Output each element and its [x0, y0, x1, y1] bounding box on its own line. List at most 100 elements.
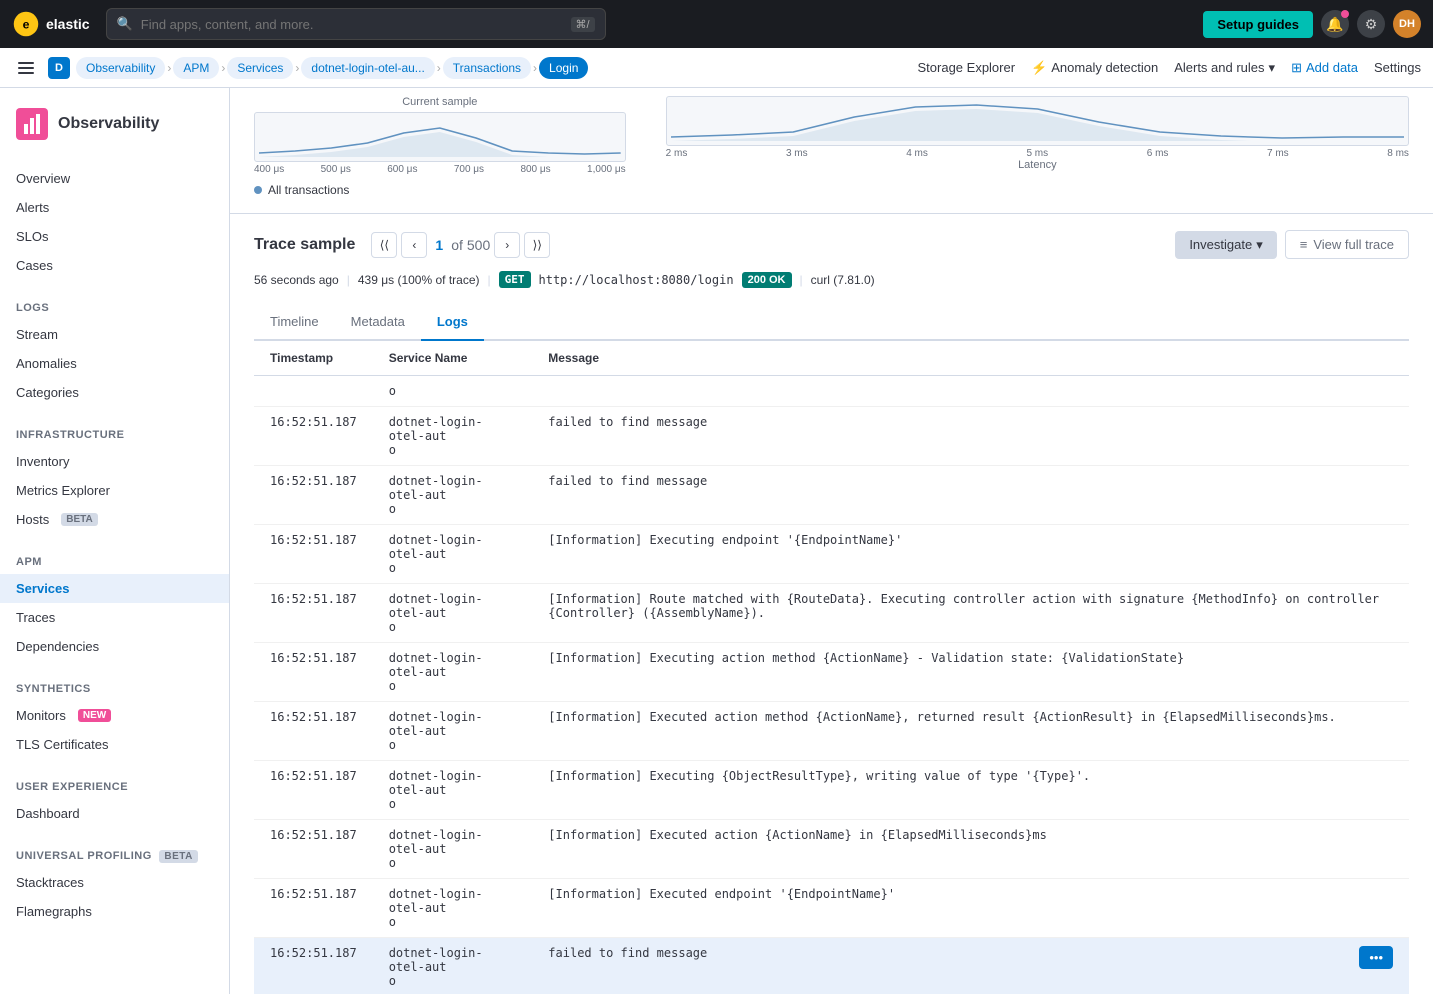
logs-table-body: o 16:52:51.187 dotnet-login-otel-auto fa… [254, 376, 1409, 994]
chart-area: Current sample 400 μs 500 μs 600 μs 700 … [230, 88, 1433, 214]
sidebar-item-dependencies[interactable]: Dependencies [0, 632, 229, 661]
bc-apm[interactable]: APM [173, 57, 219, 79]
row-service: dotnet-login-otel-auto [373, 407, 533, 466]
row-timestamp: 16:52:51.187 [254, 525, 373, 584]
table-row: 16:52:51.187 dotnet-login-otel-auto [Inf… [254, 525, 1409, 584]
http-method-badge: GET [499, 271, 531, 288]
row-message: [Information] Executing action method {A… [532, 643, 1409, 702]
trace-of-label: of [451, 237, 463, 253]
sidebar-item-monitors[interactable]: Monitors NEW [0, 701, 229, 730]
sidebar-infrastructure-section: Infrastructure Inventory Metrics Explore… [0, 415, 229, 542]
trace-title-nav: Trace sample ⟨⟨ ‹ 1 of 500 › ⟩⟩ [254, 232, 550, 258]
notifications-icon[interactable]: 🔔 [1321, 10, 1349, 38]
avatar[interactable]: DH [1393, 10, 1421, 38]
trace-panel: Trace sample ⟨⟨ ‹ 1 of 500 › ⟩⟩ Investig… [230, 214, 1433, 994]
elastic-label: elastic [46, 16, 90, 32]
sidebar-item-traces[interactable]: Traces [0, 603, 229, 632]
sidebar-item-services[interactable]: Services [0, 574, 229, 603]
sidebar-item-anomalies[interactable]: Anomalies [0, 349, 229, 378]
tab-logs[interactable]: Logs [421, 304, 484, 341]
sidebar-item-alerts[interactable]: Alerts [0, 193, 229, 222]
row-message: failed to find message [532, 466, 1409, 525]
row-service: dotnet-login-otel-auto [373, 466, 533, 525]
sidebar-item-metrics-explorer[interactable]: Metrics Explorer [0, 476, 229, 505]
investigate-chevron-icon: ▾ [1256, 237, 1263, 253]
row-service: dotnet-login-otel-auto [373, 643, 533, 702]
bc-services[interactable]: Services [227, 57, 293, 79]
anomaly-detection-button[interactable]: ⚡ Anomaly detection [1031, 60, 1158, 76]
bc-sep-2: › [221, 61, 225, 75]
sidebar-synthetics-section: Synthetics Monitors NEW TLS Certificates [0, 669, 229, 767]
trace-prev-button[interactable]: ‹ [401, 232, 427, 258]
setup-guides-button[interactable]: Setup guides [1203, 11, 1313, 38]
row-timestamp: 16:52:51.187 [254, 407, 373, 466]
breadcrumb-right: Storage Explorer ⚡ Anomaly detection Ale… [918, 60, 1422, 76]
alerts-and-rules-button[interactable]: Alerts and rules ▾ [1174, 60, 1275, 76]
latency-chart: Current sample 400 μs 500 μs 600 μs 700 … [254, 96, 626, 175]
trace-first-button[interactable]: ⟨⟨ [371, 232, 397, 258]
sidebar-item-stream[interactable]: Stream [0, 320, 229, 349]
tab-timeline[interactable]: Timeline [254, 304, 335, 341]
row-timestamp: 16:52:51.187 [254, 643, 373, 702]
row-timestamp: 16:52:51.187 [254, 820, 373, 879]
row-message: failed to find message [532, 407, 1409, 466]
row-service: dotnet-login-otel-auto [373, 525, 533, 584]
logs-table: Timestamp Service Name Message o 16:52:5… [254, 341, 1409, 994]
trace-last-button[interactable]: ⟩⟩ [524, 232, 550, 258]
row-actions-button[interactable]: ••• [1359, 946, 1393, 969]
latency-axis-label: Latency [666, 159, 1409, 171]
sidebar-item-slos[interactable]: SLOs [0, 222, 229, 251]
investigate-button[interactable]: Investigate ▾ [1175, 231, 1276, 259]
row-message: [Information] Executed action {ActionNam… [532, 820, 1409, 879]
full-latency-chart: 2 ms 3 ms 4 ms 5 ms 6 ms 7 ms 8 ms Laten… [666, 96, 1409, 175]
sidebar-user-experience-title: User Experience [0, 775, 229, 799]
trace-icon: ≡ [1300, 237, 1308, 252]
sidebar-item-categories[interactable]: Categories [0, 378, 229, 407]
trace-next-button[interactable]: › [494, 232, 520, 258]
hamburger-menu[interactable] [12, 54, 40, 82]
request-url: http://localhost:8080/login [539, 273, 734, 287]
sidebar-item-cases[interactable]: Cases [0, 251, 229, 280]
add-data-button[interactable]: ⊞ Add data [1291, 60, 1358, 76]
breadcrumb-bar: D Observability › APM › Services › dotne… [0, 48, 1433, 88]
sidebar-logs-section: Logs Stream Anomalies Categories [0, 288, 229, 415]
message-col-header: Message [532, 341, 1409, 376]
settings-link[interactable]: Settings [1374, 60, 1421, 75]
search-bar[interactable]: 🔍 ⌘/ [106, 8, 606, 40]
trace-actions: Investigate ▾ ≡ View full trace [1175, 230, 1409, 259]
storage-explorer-link[interactable]: Storage Explorer [918, 60, 1016, 75]
sidebar-item-overview[interactable]: Overview [0, 164, 229, 193]
settings-icon[interactable]: ⚙ [1357, 10, 1385, 38]
tab-metadata[interactable]: Metadata [335, 304, 421, 341]
search-input[interactable] [141, 17, 563, 32]
sidebar-item-hosts[interactable]: Hosts BETA [0, 505, 229, 534]
sidebar-universal-profiling-title: Universal Profiling BETA [0, 844, 229, 868]
svg-text:e: e [23, 17, 30, 31]
bc-sep-5: › [533, 61, 537, 75]
profiling-beta-badge: BETA [159, 850, 197, 863]
sidebar-item-stacktraces[interactable]: Stacktraces [0, 868, 229, 897]
sidebar-item-flamegraphs[interactable]: Flamegraphs [0, 897, 229, 926]
sidebar-item-dashboard[interactable]: Dashboard [0, 799, 229, 828]
sidebar-item-tls-certificates[interactable]: TLS Certificates [0, 730, 229, 759]
bc-observability[interactable]: Observability [76, 57, 165, 79]
bc-dotnet[interactable]: dotnet-login-otel-au... [301, 57, 434, 79]
sidebar-top-section: Overview Alerts SLOs Cases [0, 156, 229, 288]
table-row: 16:52:51.187 dotnet-login-otel-auto [Inf… [254, 643, 1409, 702]
view-full-trace-button[interactable]: ≡ View full trace [1285, 230, 1409, 259]
bc-login[interactable]: Login [539, 57, 588, 79]
monitors-new-badge: NEW [78, 709, 111, 722]
add-data-icon: ⊞ [1291, 60, 1302, 76]
anomaly-icon: ⚡ [1031, 60, 1047, 76]
sidebar-item-inventory[interactable]: Inventory [0, 447, 229, 476]
all-transactions-label: All transactions [254, 175, 1409, 201]
elastic-logo[interactable]: e elastic [12, 10, 90, 38]
table-row: 16:52:51.187 dotnet-login-otel-auto [Inf… [254, 702, 1409, 761]
full-chart-svg [671, 97, 1404, 141]
trace-sample-title: Trace sample [254, 236, 355, 254]
row-service: dotnet-login-otel-auto [373, 820, 533, 879]
sidebar-user-experience-section: User Experience Dashboard [0, 767, 229, 836]
row-timestamp [254, 376, 373, 407]
bc-transactions[interactable]: Transactions [443, 57, 531, 79]
table-row: 16:52:51.187 dotnet-login-otel-auto [Inf… [254, 584, 1409, 643]
